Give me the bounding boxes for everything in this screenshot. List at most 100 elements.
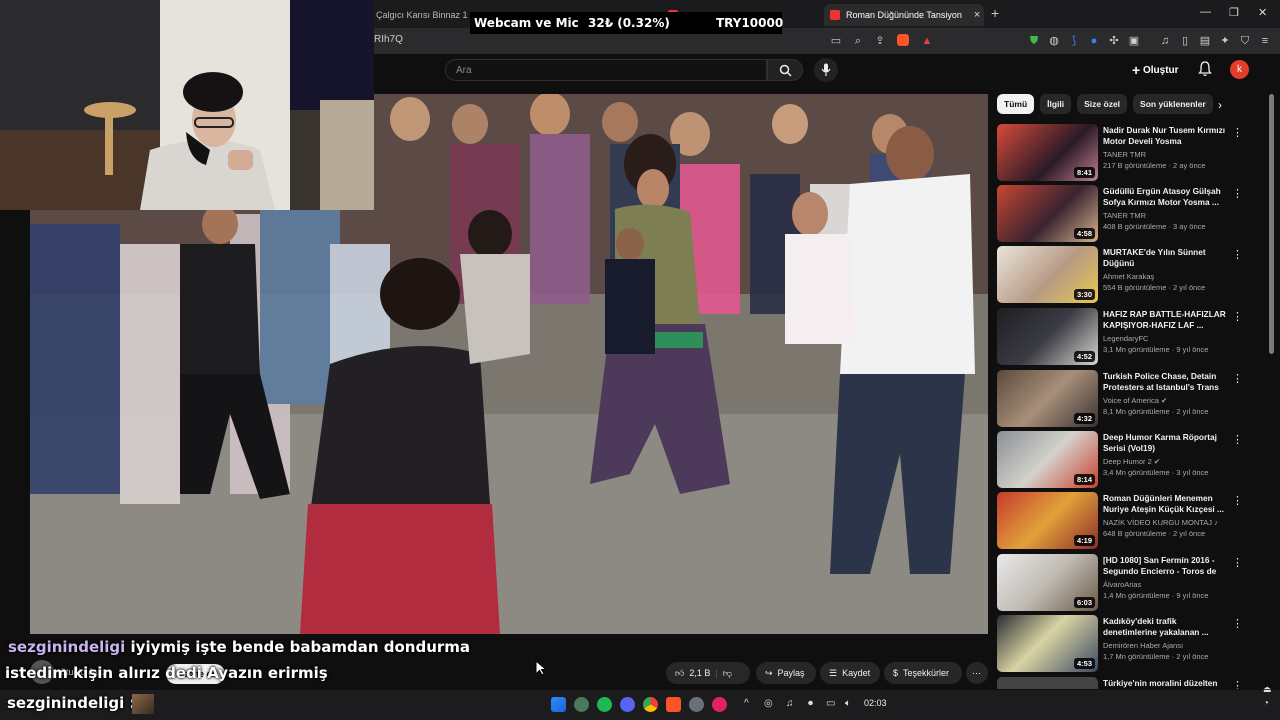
more-options-icon[interactable]: ⋮ [1232,617,1243,630]
video-channel[interactable]: TANER TMR [1103,211,1146,220]
obs-icon[interactable] [689,697,704,712]
video-title[interactable]: HAFIZ RAP BATTLE-HAFIZLAR KAPIŞIYOR-HAFI… [1103,309,1227,331]
zoom-icon[interactable]: ⌕ [851,34,865,48]
recommendation-item[interactable]: 4:52 HAFIZ RAP BATTLE-HAFIZLAR KAPIŞIYOR… [997,308,1267,366]
video-thumbnail[interactable]: 8:14 [997,431,1098,488]
browser-tab-active[interactable]: Roman Düğününde Tansiyon × [824,4,984,26]
url-text[interactable]: RIh7Q [374,34,403,45]
more-actions-icon[interactable]: ⋯ [966,662,988,684]
recommendation-item[interactable]: 4:19 Roman Düğünleri Menemen Nuriye Ateş… [997,492,1267,550]
video-thumbnail[interactable]: 8:41 [997,124,1098,181]
translate-icon[interactable]: ⟆ [1067,34,1081,48]
volume-icon[interactable]: 🔈︎ [845,698,851,709]
video-channel[interactable]: TANER TMR [1103,150,1146,159]
video-channel[interactable]: ÁlvaroArias [1103,580,1141,589]
extension-icon[interactable]: ◍ [1047,34,1061,48]
network-icon[interactable]: ▭ [826,698,835,709]
chevron-right-icon[interactable]: › [1218,98,1222,112]
video-thumbnail[interactable]: 4:19 [997,492,1098,549]
chip-all[interactable]: Tümü [997,94,1035,114]
thanks-button[interactable]: $ Teşekkürler [884,662,962,684]
brave-shield-icon[interactable] [897,34,909,46]
video-thumbnail[interactable]: 4:53 [997,615,1098,672]
video-thumbnail[interactable]: 4:32 [997,370,1098,427]
notification-center-icon[interactable]: ◔ [1263,698,1269,709]
like-count[interactable]: 2,1 B [689,668,710,678]
account-avatar[interactable]: k [1230,60,1249,79]
video-title[interactable]: [HD 1080] San Fermín 2016 - Segundo Enci… [1103,555,1227,579]
video-thumbnail[interactable]: 3:30 [997,246,1098,303]
close-window-icon[interactable]: ✕ [1258,6,1267,19]
video-thumbnail[interactable]: 4:52 [997,308,1098,365]
spotify-icon[interactable] [597,697,612,712]
save-button[interactable]: ☰ Kaydet [820,662,880,684]
more-options-icon[interactable]: ⋮ [1232,679,1243,689]
video-channel[interactable]: Deep Humor 2 ✔ [1103,457,1160,466]
dislike-icon[interactable]: 👎︎ [723,668,732,679]
sidebar-icon[interactable]: ▯ [1178,34,1192,48]
recommendation-item[interactable]: 8:14 Deep Humor Karma Röportaj Serisi (V… [997,431,1267,489]
chrome-icon[interactable] [643,697,658,712]
microphone-icon[interactable]: ⏺ [808,698,813,709]
more-options-icon[interactable]: ⋮ [1232,372,1243,385]
more-options-icon[interactable]: ⋮ [1232,248,1243,261]
screenshot-icon[interactable]: ▣ [1127,34,1141,48]
video-title[interactable]: Deep Humor Karma Röportaj Serisi (Vol19) [1103,432,1227,454]
recommendation-item[interactable]: 8:41 Nadir Durak Nur Tusem Kırmızı Motor… [997,124,1267,182]
video-thumbnail[interactable] [997,677,1098,689]
recommendation-item[interactable]: 4:58 Güdüllü Ergün Atasoy Gülşah Sofya K… [997,185,1267,243]
video-title[interactable]: Nadir Durak Nur Tusem Kırmızı Motor Deve… [1103,125,1227,147]
cast-icon[interactable]: ▭ [829,34,843,48]
extension-icon[interactable]: ● [1087,34,1101,48]
sidebar-scrollbar[interactable] [1269,94,1274,354]
more-options-icon[interactable]: ⋮ [1232,556,1243,569]
share-button[interactable]: ↪ Paylaş [756,662,816,684]
video-channel[interactable]: Voice of America ✔ [1103,396,1167,405]
menu-icon[interactable]: ≡ [1258,34,1272,48]
vpn-shield-icon[interactable]: ⛊ [1027,34,1041,48]
more-options-icon[interactable]: ⋮ [1232,494,1243,507]
taskbar-clock[interactable]: 02:03 [864,698,887,708]
headphones-icon[interactable]: ♫ [786,698,794,709]
discord-icon[interactable] [620,697,635,712]
wallet-icon[interactable]: ▤ [1198,34,1212,48]
create-button[interactable]: + Oluştur [1132,62,1179,78]
new-tab-icon[interactable]: + [991,5,999,21]
like-icon[interactable]: 👍︎ [675,668,684,679]
video-title[interactable]: Kadıköy'deki trafik denetimlerine yakala… [1103,616,1227,638]
notification-bell-icon[interactable] [1198,61,1212,77]
recommendation-item[interactable]: 6:03 [HD 1080] San Fermín 2016 - Segundo… [997,554,1267,612]
video-channel[interactable]: Ahmet Karakaş [1103,272,1154,281]
video-title[interactable]: Roman Düğünleri Menemen Nuriye Ateşin Kü… [1103,493,1227,515]
shield-icon[interactable]: ⛉ [1238,34,1252,48]
brave-icon[interactable] [666,697,681,712]
video-title[interactable]: Güdüllü Ergün Atasoy Gülşah Sofya Kırmız… [1103,186,1227,208]
more-options-icon[interactable]: ⋮ [1232,433,1243,446]
chip-for-you[interactable]: Size özel [1077,94,1128,114]
video-channel[interactable]: NAZİK VİDEO KURGU MONTAJ ♪ [1103,518,1218,527]
more-options-icon[interactable]: ⋮ [1232,126,1243,139]
chip-related[interactable]: İlgili [1040,94,1072,114]
video-title[interactable]: MURTAKE'de Yılın Sünnet Düğünü [1103,247,1227,269]
music-icon[interactable]: ♫ [1158,34,1172,48]
video-channel[interactable]: LegendaryFC [1103,334,1148,343]
leo-ai-icon[interactable]: ✦ [1218,34,1232,48]
video-channel[interactable]: Demirören Haber Ajansı [1103,641,1183,650]
start-menu-icon[interactable] [551,697,566,712]
video-title[interactable]: Turkish Police Chase, Detain Protesters … [1103,371,1227,395]
app-icon[interactable] [712,697,727,712]
video-thumbnail[interactable]: 4:58 [997,185,1098,242]
restore-icon[interactable]: ❐ [1229,6,1239,19]
tray-chevron-icon[interactable]: ^ [744,698,749,709]
search-input[interactable]: Ara [445,59,767,81]
video-thumbnail[interactable]: 6:03 [997,554,1098,611]
browser-tab[interactable]: Çalgıcı Karısı Binnaz 1999 - ... [376,4,468,26]
recommendation-item[interactable]: 4:53 Kadıköy'deki trafik denetimlerine y… [997,615,1267,673]
puzzle-icon[interactable]: ✣ [1107,34,1121,48]
minimize-icon[interactable]: — [1200,6,1211,18]
more-options-icon[interactable]: ⋮ [1232,310,1243,323]
chip-recently-uploaded[interactable]: Son yüklenenler [1133,94,1213,114]
share-page-icon[interactable]: ⇪ [873,34,887,48]
search-button[interactable] [767,59,803,81]
recommendation-item[interactable]: Türkiye'nin moralini düzelten ⋮ [997,677,1267,689]
